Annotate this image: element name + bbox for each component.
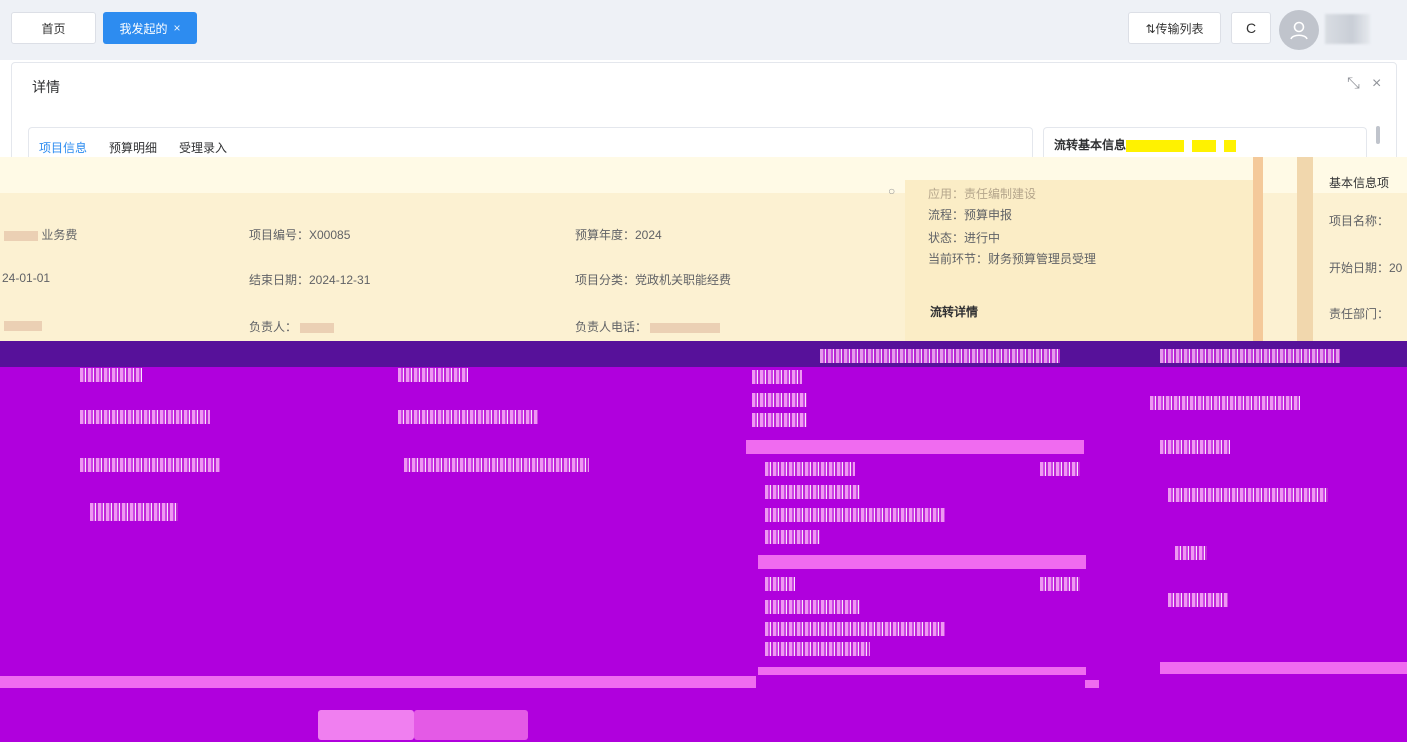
project-field-redacted bbox=[4, 318, 42, 332]
footer-button[interactable] bbox=[318, 710, 414, 740]
tab-home-label: 首页 bbox=[41, 21, 66, 36]
flow-basic-info-title: 流转基本信息 bbox=[1054, 138, 1127, 152]
glitch-noise bbox=[398, 410, 538, 424]
tab-budget-detail[interactable]: 预算明细 bbox=[109, 139, 157, 156]
glitch-noise bbox=[752, 370, 802, 384]
glitch-noise bbox=[1040, 577, 1080, 591]
glitch-noise bbox=[765, 462, 855, 476]
refresh-icon: C bbox=[1245, 20, 1257, 36]
glitch-noise bbox=[80, 410, 210, 424]
avatar[interactable] bbox=[1279, 10, 1319, 50]
tab-home[interactable]: 首页 bbox=[11, 12, 96, 44]
project-owner: 负责人： bbox=[249, 318, 335, 335]
flow-applicant: 应用：责任编制建设 bbox=[928, 185, 1036, 202]
footer-button[interactable] bbox=[414, 710, 528, 740]
side-start-date: 开始日期：20 bbox=[1329, 261, 1403, 275]
username-redacted bbox=[1325, 14, 1370, 44]
glitch-noise bbox=[90, 503, 178, 521]
highlight-mark bbox=[1224, 140, 1236, 152]
glitch-noise bbox=[1168, 593, 1228, 607]
tab-project-info[interactable]: 项目信息 bbox=[39, 139, 87, 156]
glitch-noise bbox=[80, 368, 142, 382]
glitch-noise bbox=[752, 393, 807, 407]
side-column bbox=[1297, 157, 1313, 342]
glitch-bar bbox=[1160, 662, 1407, 674]
scrollbar-thumb[interactable] bbox=[1376, 126, 1380, 144]
flow-applicant-value: 责任编制建设 bbox=[964, 187, 1037, 201]
glitch-noise bbox=[765, 530, 820, 544]
divider-bar bbox=[1253, 157, 1263, 342]
glitch-noise bbox=[752, 413, 807, 427]
project-type-suffix: 业务费 bbox=[41, 228, 78, 242]
user-icon bbox=[1290, 21, 1308, 40]
shrink-icon[interactable]: ⤡ bbox=[1347, 75, 1360, 93]
glitch-noise bbox=[765, 485, 860, 499]
tab-my-initiated[interactable]: 我发起的 × bbox=[103, 12, 197, 44]
flow-applicant-label: 应用： bbox=[928, 187, 965, 201]
glitch-noise bbox=[1160, 440, 1230, 454]
close-panel-icon[interactable]: × bbox=[1372, 75, 1381, 93]
redacted-text bbox=[4, 320, 42, 331]
project-category: 项目分类：党政机关职能经费 bbox=[575, 273, 732, 287]
project-budget-year: 预算年度：2024 bbox=[575, 228, 662, 242]
transfer-list-button[interactable]: ⇅传输列表 bbox=[1128, 12, 1221, 44]
highlight-mark bbox=[1192, 140, 1216, 152]
close-icon[interactable]: × bbox=[174, 21, 181, 35]
transfer-list-label: ⇅传输列表 bbox=[1145, 21, 1204, 36]
owner-label: 负责人： bbox=[249, 320, 298, 334]
glitch-noise bbox=[398, 368, 468, 382]
glitch-noise bbox=[1168, 488, 1328, 502]
glitch-bar bbox=[1085, 680, 1099, 688]
flow-details-title: 流转详情 bbox=[930, 305, 979, 319]
glitch-noise bbox=[404, 458, 589, 472]
project-type-field: 业务费 bbox=[4, 226, 77, 243]
project-start-date: 24-01-01 bbox=[2, 271, 51, 285]
tab-acceptance-entry[interactable]: 受理录入 bbox=[179, 139, 227, 156]
refresh-button[interactable]: C bbox=[1231, 12, 1271, 44]
top-bar: 首页 我发起的 × ⇅传输列表 C bbox=[0, 0, 1407, 60]
side-basic-title: 基本信息项 bbox=[1329, 176, 1390, 190]
tab-my-initiated-label: 我发起的 bbox=[119, 21, 168, 36]
glitch-bar bbox=[758, 667, 1086, 675]
panel-title: 详情 bbox=[32, 79, 60, 95]
glitch-noise bbox=[765, 577, 795, 591]
redacted-text bbox=[4, 230, 38, 241]
project-end-date: 结束日期：2024-12-31 bbox=[249, 273, 371, 287]
glitch-noise bbox=[765, 508, 945, 522]
owner-phone-label: 负责人电话： bbox=[575, 320, 648, 334]
side-project-name: 项目名称： bbox=[1329, 214, 1390, 228]
loading-icon: ○ bbox=[888, 184, 896, 198]
glitch-noise bbox=[765, 642, 870, 656]
flow-process: 流程：预算申报 bbox=[928, 208, 1013, 222]
glitch-noise bbox=[1150, 396, 1300, 410]
flow-status: 状态：进行中 bbox=[928, 231, 1001, 245]
glitch-bar bbox=[0, 676, 756, 688]
flow-current-step: 当前环节：财务预算管理员受理 bbox=[928, 252, 1097, 266]
glitch-noise bbox=[765, 600, 860, 614]
redacted-text bbox=[300, 322, 335, 333]
glitch-noise bbox=[820, 349, 1060, 363]
glitch-noise bbox=[765, 622, 945, 636]
redacted-text bbox=[650, 322, 721, 333]
glitch-noise bbox=[1040, 462, 1080, 476]
project-owner-phone: 负责人电话： bbox=[575, 318, 721, 335]
highlight-mark bbox=[1126, 140, 1184, 152]
side-department: 责任部门： bbox=[1329, 307, 1390, 321]
glitch-noise bbox=[1175, 546, 1207, 560]
glitch-bar bbox=[758, 555, 1086, 569]
glitch-bar bbox=[746, 440, 1084, 454]
glitch-noise bbox=[80, 458, 220, 472]
glitch-noise bbox=[1160, 349, 1340, 363]
project-code: 项目编号：X00085 bbox=[249, 228, 351, 242]
